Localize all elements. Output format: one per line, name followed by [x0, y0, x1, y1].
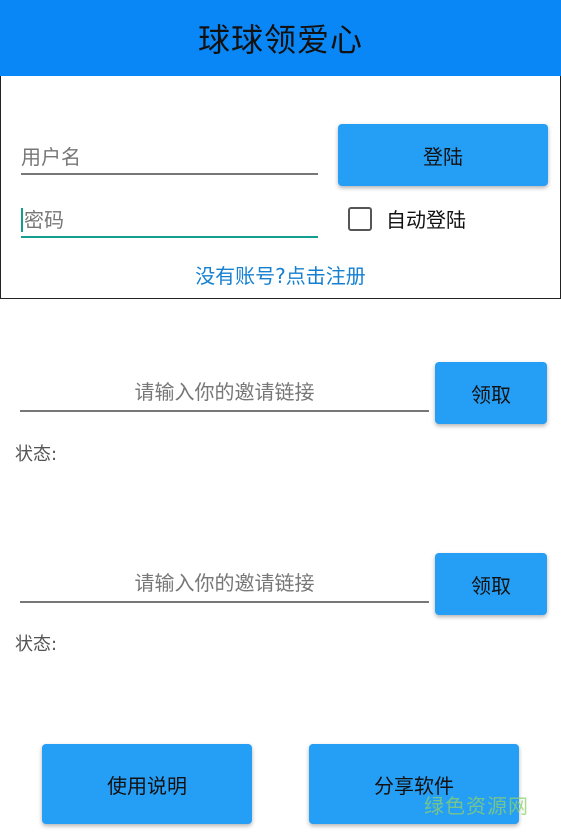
claim-button-2[interactable]: 领取: [435, 553, 547, 615]
invite-link-input-2[interactable]: [20, 571, 429, 595]
invite-link-field-1[interactable]: [20, 372, 429, 412]
app-title: 球球领爱心: [197, 21, 363, 59]
password-input[interactable]: [21, 208, 318, 232]
auto-login-toggle[interactable]: 自动登陆: [348, 204, 466, 233]
status-label-2: 状态:: [15, 634, 58, 655]
claim-button-1[interactable]: 领取: [435, 362, 547, 424]
login-button[interactable]: 登陆: [338, 124, 548, 186]
login-panel: 登陆 自动登陆 没有账号?点击注册: [0, 76, 561, 299]
username-field[interactable]: [21, 135, 318, 175]
status-label-1: 状态:: [15, 444, 58, 465]
auto-login-checkbox[interactable]: [348, 206, 372, 231]
register-link[interactable]: 没有账号?点击注册: [1, 260, 560, 289]
password-field[interactable]: [21, 198, 318, 238]
app-header: 球球领爱心: [0, 0, 561, 76]
invite-link-field-2[interactable]: [20, 563, 429, 603]
watermark: 绿色资源网: [424, 794, 529, 818]
auto-login-label: 自动登陆: [386, 208, 466, 232]
username-input[interactable]: [21, 145, 318, 169]
instructions-button[interactable]: 使用说明: [42, 744, 252, 824]
invite-link-input-1[interactable]: [20, 380, 429, 404]
